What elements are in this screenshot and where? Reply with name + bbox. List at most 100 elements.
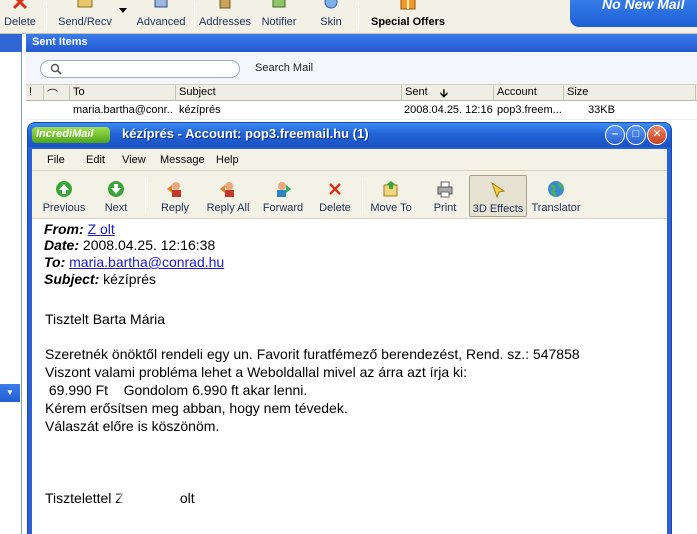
delete-x-icon — [329, 183, 341, 195]
new-mail-banner[interactable]: No New Mail — [570, 0, 697, 27]
folder-pane-dropdown[interactable]: ▼ — [0, 384, 20, 402]
next-button[interactable]: Next — [94, 175, 138, 217]
date-label: Date: — [44, 237, 80, 253]
from-label: From: — [44, 221, 84, 237]
from-value[interactable]: Z olt — [88, 221, 115, 237]
notifier-label: Notifier — [261, 16, 297, 28]
reply-all-icon — [220, 182, 234, 197]
3d-effects-label: 3D Effects — [472, 203, 524, 215]
sent-items-title: Sent Items — [32, 36, 88, 48]
send-recv-label: Send/Recv — [58, 16, 112, 28]
subject-value: kézíprés — [103, 271, 157, 287]
delete-message-button[interactable]: Delete — [313, 175, 357, 217]
from-line: From: Z olt — [44, 221, 115, 237]
paperclip-icon: ⌒ — [47, 89, 58, 101]
search-input[interactable] — [40, 60, 240, 78]
subject-line: Subject: kézíprés — [44, 271, 156, 287]
move-to-label: Move To — [370, 202, 412, 214]
row-to: maria.bartha@conr... — [73, 104, 173, 116]
date-line: Date: 2008.04.25. 12:16:38 — [44, 237, 215, 253]
move-to-button[interactable]: Move To — [366, 175, 416, 217]
send-recv-button[interactable]: Send/Recv — [52, 0, 118, 34]
signature-prefix: Tisztelettel Z — [45, 490, 124, 506]
move-to-folder-icon — [383, 181, 398, 197]
reply-button[interactable]: Reply — [154, 175, 196, 217]
advanced-icon — [154, 0, 168, 8]
column-sent[interactable]: Sent 🡫 — [402, 85, 494, 101]
menu-message[interactable]: Message — [160, 154, 205, 166]
skin-button[interactable]: Skin — [314, 0, 348, 34]
column-attachment[interactable]: ⌒ — [44, 85, 70, 101]
menu-help[interactable]: Help — [216, 154, 239, 166]
menu-file[interactable]: File — [47, 154, 65, 166]
subject-label: Subject: — [44, 271, 100, 287]
arrow-up-icon — [56, 181, 72, 197]
message-body: From: Z olt Date: 2008.04.25. 12:16:38 T… — [32, 219, 667, 534]
notifier-button[interactable]: Notifier — [257, 0, 301, 34]
print-label: Print — [433, 202, 457, 214]
folder-pane: ▼ — [0, 34, 22, 534]
from-address: Z olt — [87, 221, 115, 237]
special-offers-label: Special Offers — [371, 16, 445, 28]
addresses-label: Addresses — [199, 16, 251, 28]
column-subject[interactable]: Subject — [176, 85, 402, 101]
search-bar: Search Mail — [26, 52, 697, 84]
column-to[interactable]: To — [70, 85, 176, 101]
gift-icon — [400, 0, 416, 10]
logo-text: IncrediMail — [36, 128, 94, 140]
message-window-title: kézíprés - Account: pop3.freemail.hu (1) — [122, 126, 369, 141]
close-button[interactable]: ✕ — [647, 125, 667, 145]
sent-items-header: Sent Items — [26, 34, 697, 52]
delete-x-icon — [12, 0, 28, 10]
send-recv-icon — [77, 0, 93, 8]
toolbar-divider — [362, 177, 363, 213]
3d-effects-icon — [491, 181, 506, 199]
search-mail-label[interactable]: Search Mail — [255, 62, 313, 74]
minimize-icon: – — [611, 128, 619, 140]
toolbar-divider — [194, 3, 195, 31]
delete-button[interactable]: Delete — [0, 0, 40, 34]
folder-pane-header — [0, 34, 22, 52]
menu-bar: File Edit View Message Help — [32, 149, 667, 171]
date-value: 2008.04.25. 12:16:38 — [82, 237, 216, 253]
reply-all-button[interactable]: Reply All — [202, 175, 254, 217]
menu-edit[interactable]: Edit — [86, 154, 105, 166]
message-title-bar[interactable]: IncrediMail kézíprés - Account: pop3.fre… — [28, 123, 671, 147]
main-toolbar: Delete Send/Recv Advanced Addresses Noti… — [0, 0, 697, 34]
globe-icon — [548, 181, 565, 197]
column-priority[interactable]: ! — [26, 85, 44, 101]
search-icon — [50, 63, 62, 75]
row-size: 33KB — [588, 104, 615, 116]
message-list-header: ! ⌒ To Subject Sent 🡫 Account Size — [26, 84, 697, 101]
advanced-button[interactable]: Advanced — [131, 0, 191, 34]
previous-label: Previous — [42, 202, 86, 214]
table-row[interactable]: maria.bartha@conr... kézíprés 2008.04.25… — [26, 102, 697, 120]
send-recv-dropdown-arrow[interactable] — [119, 8, 127, 13]
banner-text: No New Mail — [602, 0, 685, 12]
skin-label: Skin — [320, 16, 342, 28]
body-line-4: Kérem erősítsen meg abban, hogy nem téve… — [45, 400, 348, 416]
row-subject: kézíprés — [179, 104, 221, 116]
sort-down-arrow-icon: 🡫 — [440, 88, 448, 100]
print-button[interactable]: Print — [425, 175, 465, 217]
forward-button[interactable]: Forward — [258, 175, 308, 217]
to-value[interactable]: maria.bartha@conrad.hu — [69, 254, 224, 270]
reply-all-label: Reply All — [206, 202, 250, 214]
column-size[interactable]: Size — [564, 85, 696, 101]
body-signature: Tisztelettel Zxxxxxxxxolt — [45, 490, 195, 506]
special-offers-button[interactable]: Special Offers — [364, 0, 452, 34]
previous-button[interactable]: Previous — [38, 175, 90, 217]
toolbar-divider — [145, 177, 146, 213]
message-toolbar: Previous Next Reply Reply All Forward De… — [32, 171, 667, 219]
next-label: Next — [104, 202, 128, 214]
minimize-button[interactable]: – — [605, 125, 625, 145]
column-account[interactable]: Account — [494, 85, 564, 101]
message-window: IncrediMail kézíprés - Account: pop3.fre… — [27, 122, 672, 534]
maximize-button[interactable]: □ — [626, 125, 646, 145]
translator-button[interactable]: Translator — [530, 175, 582, 217]
forward-icon — [277, 182, 291, 197]
menu-view[interactable]: View — [122, 154, 146, 166]
addresses-button[interactable]: Addresses — [197, 0, 253, 34]
3d-effects-button[interactable]: 3D Effects — [469, 175, 527, 217]
delete-message-label: Delete — [319, 202, 351, 214]
